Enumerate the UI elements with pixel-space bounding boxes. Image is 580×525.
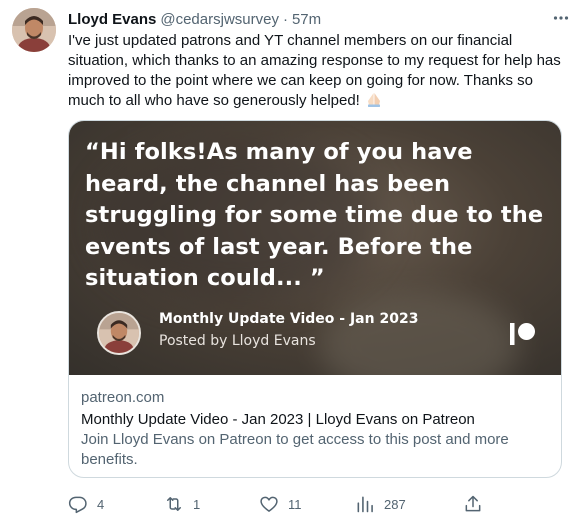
more-horizontal-icon bbox=[553, 16, 569, 20]
card-description: Join Lloyd Evans on Patreon to get acces… bbox=[81, 431, 509, 468]
tweet-timestamp[interactable]: 57m bbox=[292, 11, 321, 28]
like-button[interactable]: 11 bbox=[259, 492, 302, 516]
tweet-text: I've just updated patrons and YT channel… bbox=[68, 31, 568, 111]
reply-button[interactable]: 4 bbox=[68, 492, 104, 516]
card-post-title: Monthly Update Video - Jan 2023 bbox=[159, 311, 419, 327]
views-count: 287 bbox=[384, 496, 406, 512]
card-author-avatar bbox=[97, 311, 141, 355]
views-button[interactable]: 287 bbox=[355, 492, 406, 516]
tweet-text-content: I've just updated patrons and YT channel… bbox=[68, 32, 561, 109]
retweet-icon bbox=[167, 497, 181, 511]
link-card[interactable]: “Hi folks!As many of you have heard, the… bbox=[68, 120, 562, 478]
card-domain: patreon.com bbox=[81, 389, 165, 406]
card-meta: patreon.com Monthly Update Video - Jan 2… bbox=[69, 376, 561, 477]
card-post-author: Posted by Lloyd Evans bbox=[159, 333, 316, 349]
tweet: Lloyd Evans @cedarsjwsurvey · 57m I've j… bbox=[0, 0, 580, 525]
card-quote: “Hi folks!As many of you have heard, the… bbox=[85, 139, 544, 291]
reply-icon bbox=[68, 496, 87, 514]
avatar-image bbox=[99, 313, 139, 353]
share-button[interactable] bbox=[463, 492, 483, 516]
separator-dot: · bbox=[282, 10, 288, 28]
retweet-count: 1 bbox=[193, 496, 201, 512]
card-title: Monthly Update Video - Jan 2023 | Lloyd … bbox=[81, 411, 475, 428]
share-icon bbox=[465, 495, 481, 512]
author-name[interactable]: Lloyd Evans bbox=[68, 11, 156, 28]
heart-icon bbox=[260, 496, 278, 512]
retweet-button[interactable]: 1 bbox=[164, 492, 200, 516]
patreon-logo bbox=[510, 323, 535, 345]
action-bar: 4 1 11 287 bbox=[60, 492, 500, 516]
tweet-header: Lloyd Evans @cedarsjwsurvey · 57m bbox=[68, 9, 568, 29]
card-image: “Hi folks!As many of you have heard, the… bbox=[69, 121, 561, 375]
author-avatar[interactable] bbox=[12, 8, 56, 52]
like-count: 11 bbox=[288, 496, 302, 512]
avatar-image bbox=[12, 8, 56, 52]
author-handle[interactable]: @cedarsjwsurvey bbox=[160, 11, 279, 28]
reply-count: 4 bbox=[97, 496, 105, 512]
folded-hands-icon bbox=[368, 93, 381, 107]
views-chart-icon bbox=[357, 496, 373, 513]
more-options-button[interactable] bbox=[550, 8, 572, 28]
